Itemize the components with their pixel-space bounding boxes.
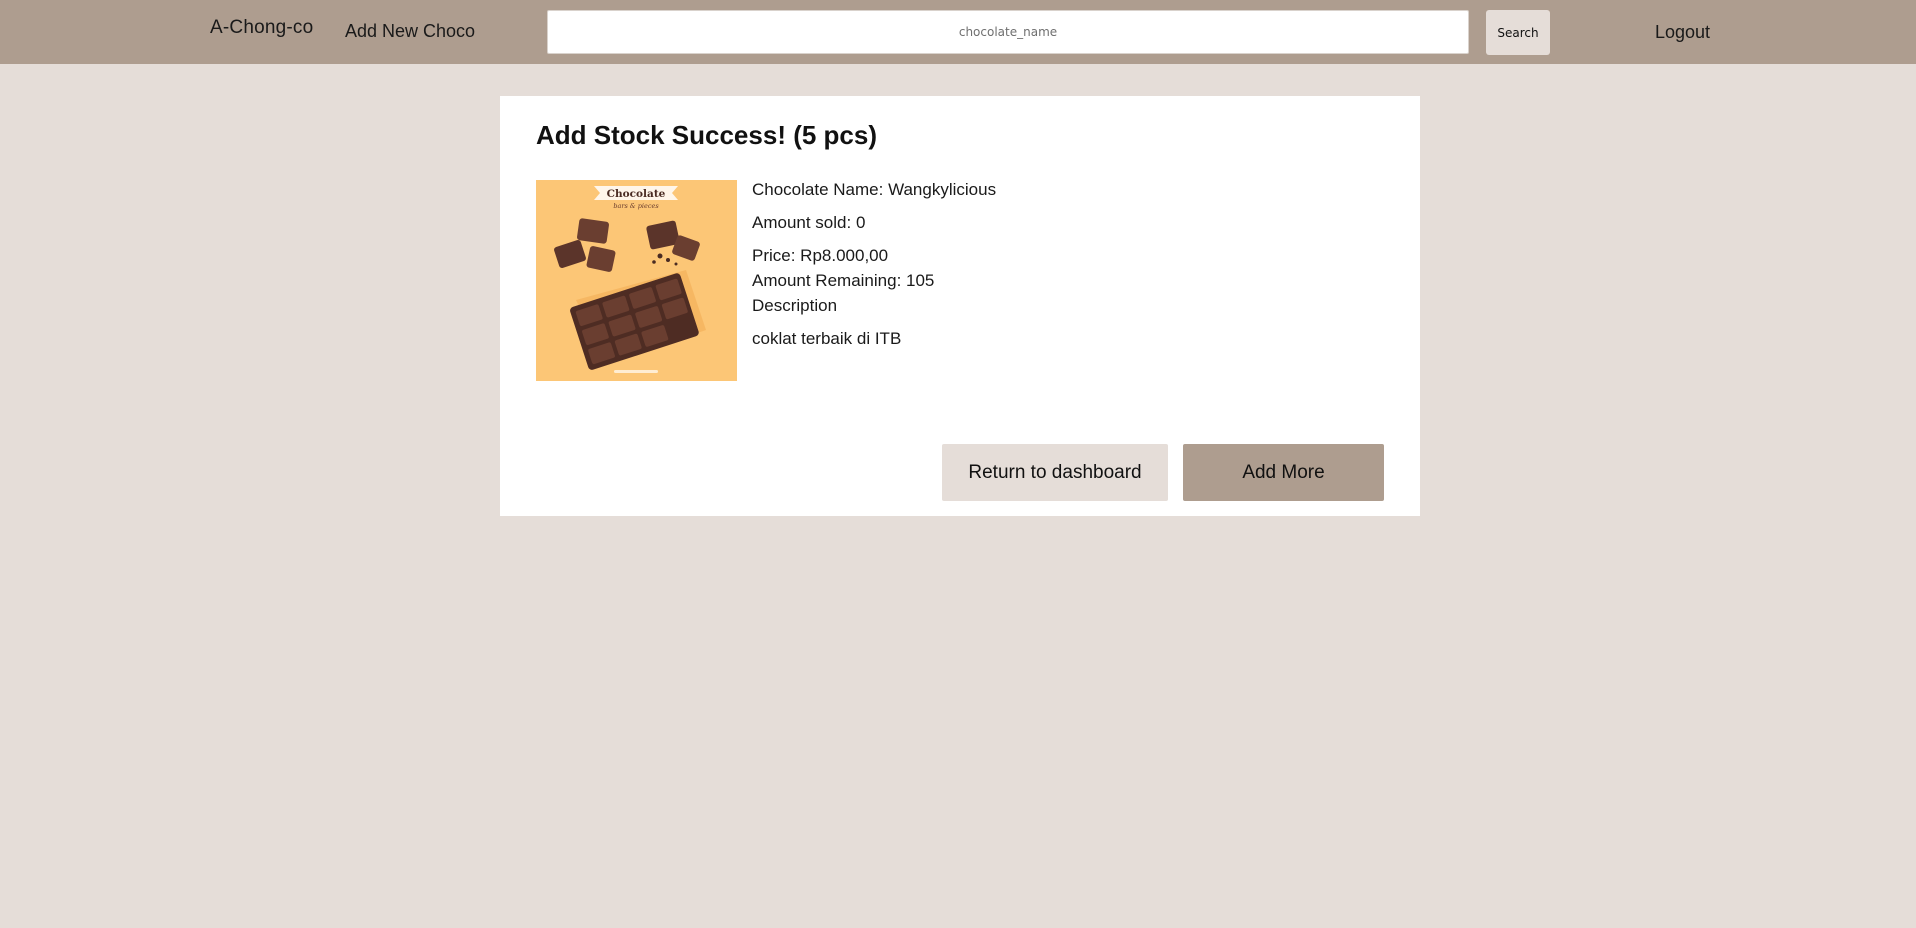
page-title: Add Stock Success! (5 pcs): [536, 120, 877, 150]
navbar: A-Chong-co Add New Choco Search Logout: [0, 0, 1916, 64]
description-label: Description: [752, 296, 838, 315]
amount-sold: Amount sold: 0: [752, 213, 866, 232]
amount-remaining: Amount Remaining: 105: [752, 271, 935, 290]
add-new-choco-link[interactable]: Add New Choco: [345, 21, 475, 42]
search-button[interactable]: Search: [1486, 10, 1550, 55]
success-card: Add Stock Success! (5 pcs) Chocolate bar…: [500, 96, 1420, 516]
image-banner-title: Chocolate: [607, 188, 666, 200]
chocolate-name: Chocolate Name: Wangkylicious: [752, 180, 997, 199]
search-input[interactable]: [547, 10, 1469, 54]
logout-link[interactable]: Logout: [1655, 22, 1710, 43]
return-to-dashboard-button[interactable]: Return to dashboard: [942, 444, 1168, 501]
chocolate-image: Chocolate bars & pieces: [536, 180, 737, 381]
add-more-button[interactable]: Add More: [1183, 444, 1384, 501]
description-text: coklat terbaik di ITB: [752, 329, 902, 348]
image-banner-subtitle: bars & pieces: [613, 202, 659, 210]
price: Price: Rp8.000,00: [752, 246, 889, 265]
brand-logo[interactable]: A-Chong-co: [210, 17, 313, 39]
